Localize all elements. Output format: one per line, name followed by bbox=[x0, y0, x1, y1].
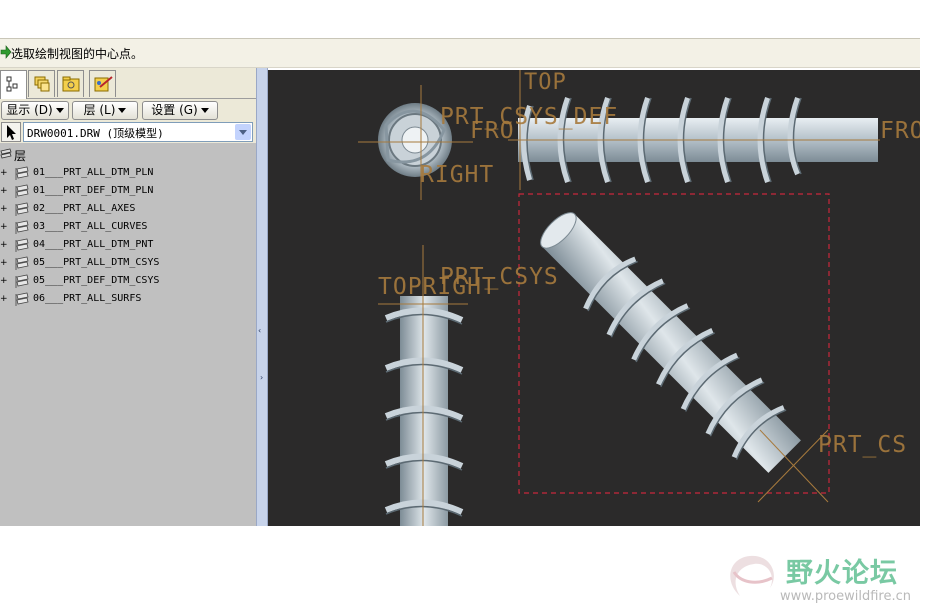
layer-icon bbox=[15, 220, 29, 234]
layer-tree-root-label: 层 bbox=[14, 149, 27, 163]
layer-name: 04___PRT_ALL_DTM_PNT bbox=[33, 239, 154, 250]
pointer-icon bbox=[7, 125, 16, 140]
layer-name: 05___PRT_ALL_DTM_CSYS bbox=[33, 257, 160, 268]
chevron-down-icon bbox=[118, 108, 127, 113]
layer-name: 03___PRT_ALL_CURVES bbox=[33, 221, 148, 232]
folder-tab[interactable] bbox=[57, 70, 84, 97]
layer-icon bbox=[15, 238, 29, 252]
settings-menu-label: 设置 (G) bbox=[151, 103, 198, 117]
layer-icon bbox=[15, 292, 29, 306]
navigator-tabs bbox=[0, 68, 256, 99]
active-model-value: DRW0001.DRW (顶级模型) bbox=[27, 127, 164, 140]
layer-icon bbox=[15, 202, 29, 216]
datum-label-front: FRO bbox=[470, 118, 515, 144]
layer-name: 02___PRT_ALL_AXES bbox=[33, 203, 136, 214]
active-layer-object-row: DRW0001.DRW (顶级模型) bbox=[0, 121, 256, 143]
layer-name: 01___PRT_DEF_DTM_PLN bbox=[33, 185, 154, 196]
message-bar: 选取绘制视图的中心点。 bbox=[0, 38, 920, 68]
layer-tree: 层 +01___PRT_ALL_DTM_PLN +01___PRT_DEF_DTM… bbox=[0, 145, 256, 526]
message-text: 选取绘制视图的中心点。 bbox=[11, 47, 144, 61]
layer-icon bbox=[15, 166, 29, 180]
active-model-select[interactable]: DRW0001.DRW (顶级模型) bbox=[23, 122, 253, 142]
datum-label-prt-cs: PRT_CS bbox=[818, 432, 908, 458]
layer-name: 01___PRT_ALL_DTM_PLN bbox=[33, 167, 154, 178]
settings-menu-button[interactable]: 设置 (G) bbox=[142, 101, 218, 120]
panel-splitter[interactable]: ‹ › bbox=[256, 68, 268, 526]
select-pointer-button[interactable] bbox=[1, 122, 21, 142]
favorites-icon bbox=[94, 76, 113, 92]
layer-name: 05___PRT_DEF_DTM_CSYS bbox=[33, 275, 160, 286]
layer-icon bbox=[15, 184, 29, 198]
expand-icon[interactable]: + bbox=[0, 295, 8, 304]
expand-icon[interactable]: + bbox=[0, 169, 8, 178]
layers-root-icon bbox=[0, 148, 12, 159]
layer-icon bbox=[15, 256, 29, 270]
graphics-window[interactable]: TOP PRT_CSYS_DEF FRO FRO RIGHT PRT_CSYS … bbox=[268, 70, 920, 526]
navigator-panel: 显示 (D) 层 (L) 设置 (G) DRW0001.DRW (顶级模型) 层… bbox=[0, 68, 256, 526]
datum-label-top: TOP bbox=[524, 70, 567, 95]
layer-menu-bar: 显示 (D) 层 (L) 设置 (G) bbox=[0, 99, 256, 121]
watermark-title: 野火论坛 bbox=[786, 558, 898, 589]
layers-icon bbox=[34, 76, 50, 92]
layers-tab[interactable] bbox=[28, 70, 55, 97]
datum-label-top-right: TOPRIGHT bbox=[378, 274, 497, 300]
chevron-down-icon bbox=[55, 108, 64, 113]
favorites-tab[interactable] bbox=[89, 70, 116, 97]
datum-label-right: RIGHT bbox=[420, 162, 495, 188]
model-tree-tab[interactable] bbox=[0, 70, 27, 99]
watermark-logo bbox=[730, 555, 774, 596]
expand-icon[interactable]: + bbox=[0, 259, 8, 268]
show-menu-button[interactable]: 显示 (D) bbox=[1, 101, 69, 120]
chevron-down-icon bbox=[200, 108, 209, 113]
expand-icon[interactable]: + bbox=[0, 277, 8, 286]
datum-label-prt-csys-def: PRT_CSYS_DEF bbox=[440, 104, 619, 130]
layer-name: 06___PRT_ALL_SURFS bbox=[33, 293, 142, 304]
layer-icon bbox=[15, 274, 29, 288]
iso-view-screw[interactable] bbox=[524, 196, 811, 483]
layer-menu-label: 层 (L) bbox=[83, 103, 116, 117]
expand-icon[interactable]: + bbox=[0, 241, 8, 250]
folder-icon bbox=[62, 76, 80, 92]
expand-icon[interactable]: + bbox=[0, 205, 8, 214]
show-menu-label: 显示 (D) bbox=[6, 103, 53, 117]
collapse-arrow-icon[interactable]: ‹ bbox=[258, 326, 261, 335]
tree-icon bbox=[6, 76, 18, 92]
datum-label-front-right: FRO bbox=[880, 118, 920, 144]
chevron-down-icon[interactable] bbox=[235, 124, 251, 140]
expand-icon[interactable]: + bbox=[0, 223, 8, 232]
layer-menu-button[interactable]: 层 (L) bbox=[72, 101, 138, 120]
expand-arrow-icon[interactable]: › bbox=[260, 373, 263, 382]
watermark-url[interactable]: www.proewildfire.cn bbox=[780, 589, 911, 604]
expand-icon[interactable]: + bbox=[0, 187, 8, 196]
